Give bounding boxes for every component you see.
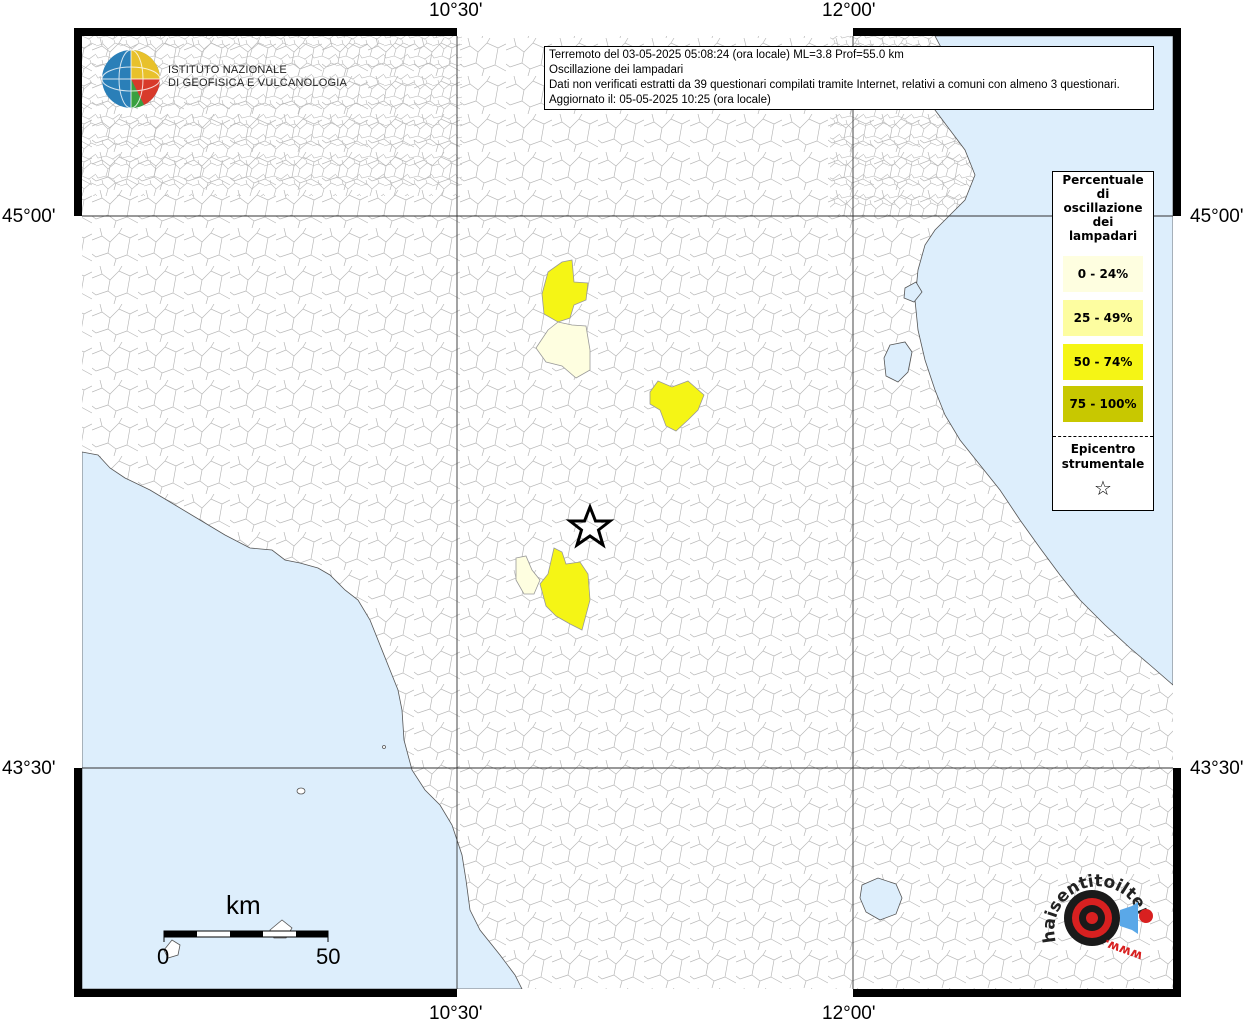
scale-max: 50	[316, 944, 341, 969]
lon-label-top-left: 10°30'	[429, 0, 483, 21]
legend-class-50-74: 50 - 74%	[1063, 344, 1143, 380]
lat-label-left-upper: 45°00'	[2, 206, 56, 227]
lon-label-bottom-right: 12°00'	[822, 1003, 876, 1024]
hst-www: www.	[1102, 935, 1145, 963]
event-title: Terremoto del 03-05-2025 05:08:24 (ora l…	[549, 49, 904, 61]
legend-class-25-49: 25 - 49%	[1063, 300, 1143, 336]
lat-label-left-lower: 43°30'	[2, 758, 56, 779]
update-time: Aggiornato il: 05-05-2025 10:25 (ora loc…	[549, 94, 771, 106]
scale-unit: km	[226, 890, 261, 920]
event-info-box: Terremoto del 03-05-2025 05:08:24 (ora l…	[544, 46, 1154, 110]
data-note: Dati non verificati estratti da 39 quest…	[549, 79, 1120, 91]
legend: Percentuale di oscillazione dei lampadar…	[1052, 171, 1154, 511]
legend-star-icon: ☆	[1094, 476, 1112, 500]
lon-label-bottom-left: 10°30'	[429, 1003, 483, 1024]
map-subject: Oscillazione dei lampadari	[549, 64, 684, 76]
haisentito-logo-icon: haisentitoilterremoto.it www.	[1034, 858, 1154, 963]
legend-epicenter-label: Epicentro strumentale	[1061, 442, 1145, 471]
scale-min: 0	[157, 944, 170, 969]
lon-label-top-right: 12°00'	[822, 0, 876, 21]
ingv-logo-text: ISTITUTO NAZIONALE DI GEOFISICA E VULCAN…	[168, 64, 347, 89]
lat-label-right-lower: 43°30'	[1190, 758, 1244, 779]
legend-class-75-100: 75 - 100%	[1063, 386, 1143, 422]
legend-separator	[1053, 436, 1153, 437]
lat-label-right-upper: 45°00'	[1190, 206, 1244, 227]
legend-title: Percentuale di oscillazione dei lampadar…	[1062, 173, 1144, 243]
ingv-logo-icon	[101, 49, 161, 109]
legend-class-0-24: 0 - 24%	[1063, 256, 1143, 292]
